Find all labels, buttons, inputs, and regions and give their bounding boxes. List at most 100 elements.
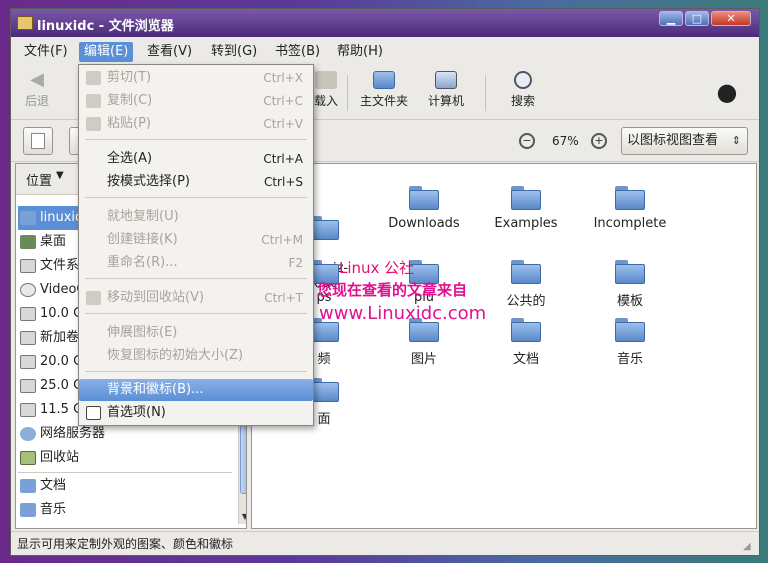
folder-link-icon	[511, 186, 541, 210]
menu-item-rename[interactable]: 重命名(R)... F2	[79, 252, 313, 274]
file-item[interactable]: 音乐	[580, 318, 680, 367]
zoom-out-button[interactable]: −	[519, 133, 535, 149]
toolbar-separator	[347, 75, 348, 111]
menu-item-copy[interactable]: 复制(C) Ctrl+C	[79, 90, 313, 112]
menu-item-make-link[interactable]: 创建链接(K) Ctrl+M	[79, 229, 313, 251]
reload-icon	[315, 71, 337, 89]
menu-file[interactable]: 文件(F)	[19, 42, 73, 62]
menu-go[interactable]: 转到(G)	[206, 42, 262, 62]
file-item[interactable]: Examples	[476, 186, 576, 231]
zoom-level[interactable]: 67%	[552, 134, 579, 148]
search-icon	[514, 71, 532, 89]
back-label: 后退	[24, 94, 49, 108]
home-button[interactable]: 主文件夹	[356, 71, 412, 109]
drive-icon	[20, 330, 36, 345]
home-folder-icon	[373, 71, 395, 89]
menu-item-select-all[interactable]: 全选(A) Ctrl+A	[79, 148, 313, 170]
menu-separator	[85, 197, 307, 198]
file-item[interactable]: Incomplete	[580, 186, 680, 231]
minimize-button[interactable]: ▁	[659, 11, 683, 26]
menu-item-accel: Ctrl+V	[263, 117, 303, 131]
computer-icon	[435, 71, 457, 89]
back-button[interactable]: ◀ 后退	[21, 71, 53, 109]
file-item[interactable]: 公共的	[476, 260, 576, 309]
drive-icon	[20, 354, 36, 369]
menu-item-paste[interactable]: 粘贴(P) Ctrl+V	[79, 113, 313, 135]
trash-icon	[20, 450, 36, 465]
menu-item-move-to-trash[interactable]: 移动到回收站(V) Ctrl+T	[79, 287, 313, 309]
sidebar-item-music[interactable]: 音乐	[18, 498, 232, 522]
file-item[interactable]: 模板	[580, 260, 680, 309]
reload-button[interactable]: 载入	[311, 71, 341, 109]
menu-item-accel: Ctrl+M	[261, 233, 303, 247]
sidebar-item-label: 10.0 G	[40, 306, 84, 321]
menu-item-backgrounds-emblems[interactable]: 背景和徽标(B)...	[79, 379, 313, 401]
sidebar-item-trash[interactable]: 回收站	[18, 446, 232, 470]
sidebar-item-label: 11.5 G	[40, 402, 84, 417]
desktop-icon	[20, 234, 36, 249]
file-item[interactable]: Downloads	[374, 186, 474, 231]
menu-item-stretch-icon[interactable]: 伸展图标(E)	[79, 322, 313, 344]
view-mode-label: 以图标视图查看	[627, 133, 719, 148]
sidebar-item-label: 网络服务器	[40, 426, 106, 441]
cut-icon	[86, 71, 101, 85]
menu-item-label: 创建链接(K)	[107, 232, 178, 247]
search-label: 搜索	[510, 94, 535, 108]
watermark-link: www.Linuxidc.com	[319, 303, 487, 324]
file-item[interactable]: 文档	[476, 318, 576, 367]
reload-label: 载入	[313, 94, 338, 108]
sidebar-item-label: 桌面	[40, 234, 67, 249]
menu-item-label: 粘贴(P)	[107, 116, 151, 131]
search-button[interactable]: 搜索	[507, 71, 539, 109]
file-label: 图片	[410, 352, 437, 367]
menu-item-label: 全选(A)	[107, 151, 153, 166]
folder-icon	[17, 16, 33, 30]
zoom-in-button[interactable]: +	[591, 133, 607, 149]
sidebar-item-documents[interactable]: 文档	[18, 474, 232, 498]
folder-icon	[511, 260, 541, 284]
title-bar[interactable]: linuxidc - 文件浏览器 ▁ □ ✕	[11, 9, 759, 37]
close-button[interactable]: ✕	[711, 11, 751, 26]
sidebar-item-label: 文档	[40, 478, 67, 493]
view-mode-select[interactable]: 以图标视图查看 ⇕	[621, 127, 748, 155]
menu-help[interactable]: 帮助(H)	[332, 42, 388, 62]
menu-item-accel: Ctrl+T	[264, 291, 303, 305]
file-label: 公共的	[506, 294, 546, 309]
drive-icon	[20, 258, 36, 273]
icon-view: piz- xidc Downloads Examples Incomplete …	[251, 163, 757, 529]
computer-button[interactable]: 计算机	[423, 71, 469, 109]
menu-edit[interactable]: 编辑(E)	[79, 42, 134, 62]
folder-icon	[20, 478, 36, 493]
folder-icon	[20, 502, 36, 517]
menu-item-cut[interactable]: 剪切(T) Ctrl+X	[79, 67, 313, 89]
menu-separator	[85, 139, 307, 140]
menu-item-duplicate[interactable]: 就地复制(U)	[79, 206, 313, 228]
sidebar-item-label: 音乐	[40, 502, 67, 517]
menu-item-accel: Ctrl+S	[263, 175, 303, 189]
scroll-down-icon[interactable]: ▼	[240, 512, 246, 522]
menu-item-label: 按模式选择(P)	[107, 174, 190, 189]
gnome-foot-icon: ●	[716, 78, 738, 106]
network-icon	[20, 426, 36, 441]
maximize-button[interactable]: □	[685, 11, 709, 26]
menu-item-accel: Ctrl+C	[263, 94, 303, 108]
menu-item-label: 重命名(R)...	[107, 255, 178, 270]
file-item[interactable]: 图片	[374, 318, 474, 367]
folder-icon	[615, 186, 645, 210]
menu-bookmarks[interactable]: 书签(B)	[270, 42, 325, 62]
file-label: Incomplete	[593, 216, 667, 231]
folder-icon	[615, 260, 645, 284]
file-label: Downloads	[388, 216, 460, 231]
edit-location-button[interactable]	[23, 127, 53, 155]
menu-item-restore-icon-size[interactable]: 恢复图标的初始大小(Z)	[79, 345, 313, 367]
preferences-icon	[86, 406, 101, 420]
menu-separator	[85, 313, 307, 314]
menu-item-select-pattern[interactable]: 按模式选择(P) Ctrl+S	[79, 171, 313, 193]
menu-view[interactable]: 查看(V)	[142, 42, 197, 62]
menu-item-label: 伸展图标(E)	[107, 325, 178, 340]
computer-label: 计算机	[427, 94, 464, 108]
cdrom-icon	[20, 282, 36, 297]
menu-item-preferences[interactable]: 首选项(N)	[79, 402, 313, 424]
resize-grip-icon[interactable]: ◢	[743, 541, 755, 553]
window-title: linuxidc - 文件浏览器	[37, 19, 174, 34]
